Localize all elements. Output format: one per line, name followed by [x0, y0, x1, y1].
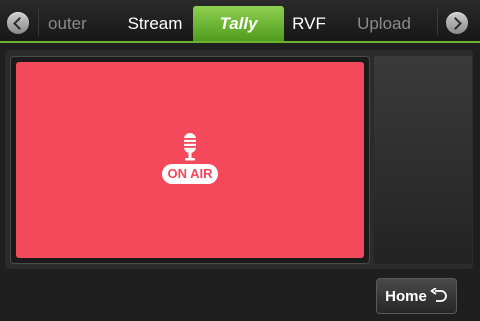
tab-divider: [38, 8, 39, 36]
tab-underline: [0, 41, 480, 43]
tab-router[interactable]: outer: [48, 6, 100, 42]
home-button-label: Home: [385, 287, 427, 305]
tab-tally[interactable]: Tally: [193, 6, 284, 42]
tab-upload[interactable]: Upload: [352, 6, 416, 42]
microphone-icon: [184, 133, 196, 161]
chevron-right-icon: [449, 16, 462, 30]
tab-divider: [437, 8, 438, 36]
tab-stream[interactable]: Stream: [120, 6, 190, 42]
return-arrow-icon: [430, 288, 447, 302]
tab-bar: outer Stream Tally RVF Upload: [0, 0, 480, 42]
scroll-tabs-right-button[interactable]: [446, 12, 468, 34]
on-air-badge: ON AIR: [162, 164, 218, 184]
tab-rvf[interactable]: RVF: [286, 6, 332, 42]
side-preview-area: [374, 56, 472, 264]
home-button[interactable]: Home: [376, 278, 457, 314]
chevron-left-icon: [13, 16, 26, 30]
scroll-tabs-left-button[interactable]: [7, 12, 29, 34]
tab-tally-label: Tally: [219, 14, 258, 33]
